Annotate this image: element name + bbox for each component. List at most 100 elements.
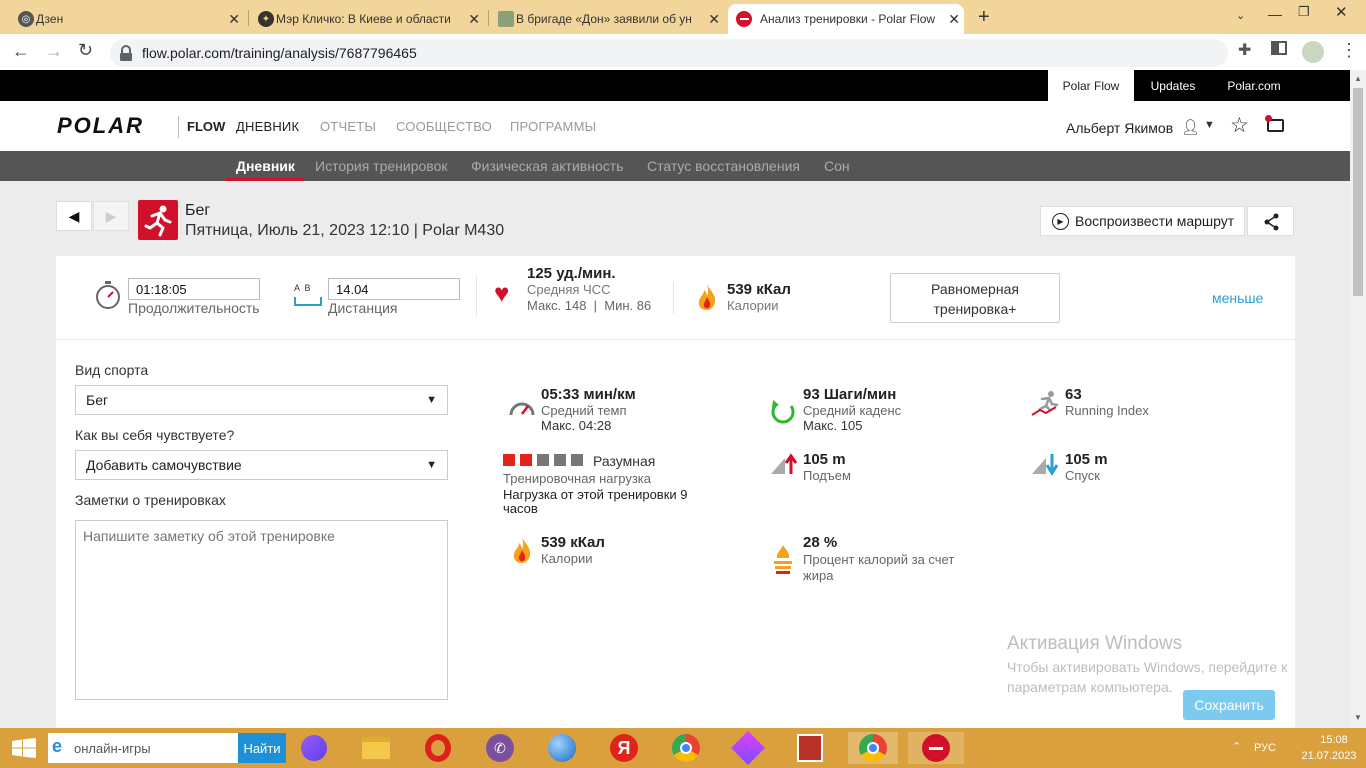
chrome-icon[interactable] [668,732,704,764]
nav-diary[interactable]: ДНЕВНИК [236,119,299,134]
side-panel-icon[interactable] [1271,41,1287,55]
running-sport-icon [138,200,178,240]
training-benefit-button[interactable]: Равномерная тренировка+ [890,273,1060,323]
feeling-label: Как вы себя чувствуете? [75,427,235,443]
prev-training-button[interactable]: ◀ [56,201,92,231]
crystal-app-icon[interactable] [730,731,766,765]
polar-flow-task-icon[interactable] [908,732,964,764]
descent-value: 105 m [1065,451,1108,468]
file-explorer-icon[interactable] [358,732,394,764]
news-icon: ✦ [258,11,274,27]
windows-start-icon[interactable] [12,738,36,763]
url-text: flow.polar.com/training/analysis/7687796… [142,45,417,61]
extensions-icon[interactable]: ✚ [1238,40,1251,60]
load-block-empty [537,454,549,466]
heart-icon: ♥ [494,278,510,308]
running-index-stat: 63 Running Index [1065,386,1149,418]
new-tab-icon[interactable]: + [978,6,990,29]
page-scrollbar[interactable]: ▲ ▼ [1350,70,1366,728]
browser-tab[interactable]: В бригаде «Дон» заявили об ун ✕ [494,4,724,34]
taskbar-search-box[interactable]: e онлайн-игры [48,733,238,763]
polar-flow-link[interactable]: Polar Flow [1048,70,1134,101]
feeling-select[interactable]: Добавить самочувствие ▼ [75,450,448,480]
subnav-sleep[interactable]: Сон [824,158,850,174]
ruler-icon [294,297,322,306]
taskbar-search-text: онлайн-игры [74,740,151,756]
nav-reports[interactable]: ОТЧЕТЫ [320,119,376,134]
chevron-down-icon[interactable]: ▼ [1204,119,1215,131]
address-bar[interactable]: flow.polar.com/training/analysis/7687796… [110,39,1228,67]
notes-textarea[interactable] [75,520,448,700]
taskbar-search-button[interactable]: Найти [238,733,286,763]
close-tab-icon[interactable]: ✕ [468,11,480,28]
chrome-active-icon[interactable] [848,732,898,764]
sport-select[interactable]: Бег ▼ [75,385,448,415]
close-tab-icon[interactable]: ✕ [228,11,240,28]
viber-icon[interactable]: ✆ [482,732,518,764]
play-route-button[interactable]: ▶ Воспроизвести маршрут [1040,206,1245,236]
descent-stat: 105 m Спуск [1065,451,1108,483]
subnav-recovery[interactable]: Статус восстановления [647,158,800,174]
less-link[interactable]: меньше [1212,290,1263,306]
reload-icon[interactable]: ↻ [78,40,93,61]
next-training-button[interactable]: ▶ [93,201,129,231]
menu-icon[interactable]: ⋮ [1340,40,1358,61]
yandex-browser-icon[interactable]: Я [606,732,642,764]
pdf-app-icon[interactable] [792,732,828,764]
benefit-line2: тренировка+ [933,301,1017,317]
duration-field[interactable]: 01:18:05 [128,278,260,300]
minimize-icon[interactable]: — [1268,6,1282,22]
opera-icon[interactable] [420,732,456,764]
subnav-history[interactable]: История тренировок [315,158,447,174]
favorites-star-icon[interactable]: ☆ [1230,113,1249,138]
ascent-value: 105 m [803,451,846,468]
user-name[interactable]: Альберт Якимов [1066,120,1173,136]
profile-avatar[interactable] [1302,41,1324,63]
alice-icon[interactable] [296,732,332,764]
nav-programs[interactable]: ПРОГРАММЫ [510,119,596,134]
cadence-label: Средний каденс [803,403,902,418]
training-load-label: Тренировочная нагрузка [503,471,652,486]
save-button[interactable]: Сохранить [1183,690,1275,720]
stopwatch-icon [94,280,122,315]
user-icon[interactable]: 👤︎ [1181,118,1200,136]
heart-rate-label: Средняя ЧСС [527,282,611,297]
site-header: POLAR FLOW ДНЕВНИК ОТЧЕТЫ СООБЩЕСТВО ПРО… [0,101,1350,151]
restore-icon[interactable]: ❐ [1298,4,1310,20]
clock-date[interactable]: 21.07.2023 [1294,750,1364,762]
play-route-label: Воспроизвести маршрут [1075,213,1235,229]
nav-community[interactable]: СООБЩЕСТВО [396,119,492,134]
ascent-stat: 105 m Подъем [803,451,851,483]
running-index-icon [1030,390,1060,421]
close-window-icon[interactable]: ✕ [1335,3,1348,21]
language-indicator[interactable]: РУС [1254,742,1276,754]
scroll-thumb[interactable] [1353,88,1363,296]
tab-search-icon[interactable]: ⌄ [1236,9,1245,22]
browser-tab-active[interactable]: Анализ тренировки - Polar Flow ✕ [728,4,964,34]
globe-icon[interactable] [544,732,580,764]
share-button[interactable] [1247,206,1294,236]
updates-link[interactable]: Updates [1140,70,1206,101]
tray-chevron-icon[interactable]: ⌃ [1232,740,1241,753]
scroll-down-icon[interactable]: ▼ [1354,713,1362,722]
close-tab-icon[interactable]: ✕ [708,11,720,28]
notification-dot [1265,115,1272,122]
polar-logo[interactable]: POLAR [57,113,144,139]
subnav-activity[interactable]: Физическая активность [471,158,623,174]
polar-com-link[interactable]: Polar.com [1216,70,1292,101]
distance-field[interactable]: 14.04 [328,278,460,300]
browser-tab[interactable]: ✦ Мэр Кличко: В Киеве и области ✕ [254,4,484,34]
distance-ab-label: A B [294,283,311,293]
logo-divider [178,116,179,138]
calories-label: Калории [541,551,593,566]
back-icon[interactable]: ← [12,41,30,62]
heart-rate-minmax: Макс. 148 | Мин. 86 [527,298,652,313]
summary-card: 01:18:05 Продолжительность A B 14.04 Дис… [56,256,1295,339]
flame-icon [511,536,533,569]
forward-icon[interactable]: → [45,41,63,62]
browser-tab[interactable]: ◎ Дзен ✕ [14,4,244,34]
close-tab-icon[interactable]: ✕ [948,11,960,28]
clock-time[interactable]: 15:08 [1304,734,1364,746]
subnav-diary[interactable]: Дневник [236,158,295,174]
scroll-up-icon[interactable]: ▲ [1354,74,1362,83]
